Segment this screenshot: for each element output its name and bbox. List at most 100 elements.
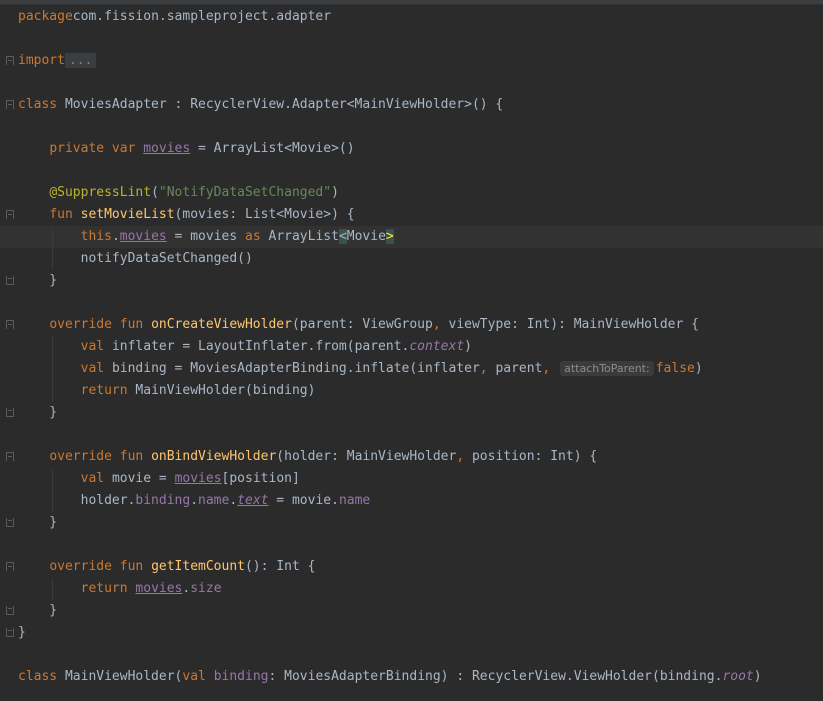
code-token: Movie <box>346 229 386 244</box>
code-token: class <box>18 669 58 684</box>
code-token: } <box>18 515 58 530</box>
code-token: viewType: Int): MainViewHolder { <box>448 317 699 332</box>
code-token: context <box>409 339 465 354</box>
fold-collapse-icon[interactable] <box>6 56 14 65</box>
code-token: onBindViewHolder <box>151 449 277 464</box>
code-line[interactable]: fun setMovieList(movies: List<Movie>) { <box>0 204 823 226</box>
code-line[interactable]: override fun onBindViewHolder(holder: Ma… <box>0 446 823 468</box>
code-line[interactable] <box>0 292 823 314</box>
code-token: this <box>80 229 112 244</box>
code-line[interactable]: return MainViewHolder(binding) <box>0 380 823 402</box>
code-line[interactable] <box>0 160 823 182</box>
code-token: val <box>80 361 112 376</box>
code-line[interactable]: val binding = MoviesAdapterBinding.infla… <box>0 358 823 380</box>
code-line-text: override fun getItemCount(): Int { <box>18 556 315 578</box>
indent-guide <box>52 226 53 270</box>
code-token: return <box>80 383 136 398</box>
indent-guide <box>52 336 53 402</box>
code-token: override fun <box>49 449 152 464</box>
code-line[interactable]: override fun getItemCount(): Int { <box>0 556 823 578</box>
code-line[interactable] <box>0 534 823 556</box>
code-line[interactable]: val inflater = LayoutInflater.from(paren… <box>0 336 823 358</box>
code-line[interactable]: private var movies = ArrayList<Movie>() <box>0 138 823 160</box>
code-line[interactable]: class MainViewHolder(val binding: Movies… <box>0 666 823 688</box>
code-line-text: } <box>18 622 26 644</box>
code-token: setMovieList <box>80 207 175 222</box>
code-line[interactable] <box>0 116 823 138</box>
code-token: package <box>18 9 73 24</box>
code-token: ) <box>331 185 339 200</box>
code-token: . <box>190 493 199 508</box>
code-token: > <box>385 229 394 244</box>
fold-collapse-icon[interactable] <box>6 452 14 461</box>
fold-collapse-icon[interactable] <box>6 100 14 109</box>
code-line[interactable]: } <box>0 512 823 534</box>
code-line[interactable]: } <box>0 600 823 622</box>
code-token: movies <box>119 229 167 244</box>
code-line-text: this.movies = movies as ArrayList<Movie> <box>18 226 394 248</box>
fold-collapse-icon[interactable] <box>6 320 14 329</box>
fold-end-icon[interactable] <box>6 276 14 285</box>
code-line[interactable]: override fun onCreateViewHolder(parent: … <box>0 314 823 336</box>
code-token: override fun <box>49 317 152 332</box>
code-line-text: override fun onCreateViewHolder(parent: … <box>18 314 699 336</box>
code-line[interactable]: } <box>0 270 823 292</box>
code-line[interactable] <box>0 644 823 666</box>
code-token: size <box>190 581 222 596</box>
code-line[interactable]: return movies.size <box>0 578 823 600</box>
code-line-text: import... <box>18 50 97 72</box>
code-line-text: override fun onBindViewHolder(holder: Ma… <box>18 446 597 468</box>
code-editor[interactable]: packagecom.fission.sampleproject.adapter… <box>0 6 823 701</box>
code-token: root <box>722 669 754 684</box>
code-token: , <box>432 317 449 332</box>
fold-end-icon[interactable] <box>6 606 14 615</box>
code-line[interactable] <box>0 28 823 50</box>
code-line-text: val inflater = LayoutInflater.from(paren… <box>18 336 472 358</box>
code-line[interactable]: @SuppressLint("NotifyDataSetChanged") <box>0 182 823 204</box>
indent-guide <box>52 578 53 600</box>
code-line[interactable]: val movie = movies[position] <box>0 468 823 490</box>
code-line[interactable]: notifyDataSetChanged() <box>0 248 823 270</box>
code-token: = movies <box>166 229 246 244</box>
folded-imports[interactable]: ... <box>64 53 97 68</box>
code-token: private var <box>49 141 144 156</box>
fold-end-icon[interactable] <box>6 518 14 527</box>
code-token: . <box>111 229 120 244</box>
code-line[interactable]: import... <box>0 50 823 72</box>
code-token: getItemCount <box>151 559 245 574</box>
code-line[interactable] <box>0 424 823 446</box>
code-token: class <box>18 97 58 112</box>
code-token: return <box>80 581 136 596</box>
code-line-text: } <box>18 512 57 534</box>
code-line[interactable]: } <box>0 402 823 424</box>
fold-end-icon[interactable] <box>6 628 14 637</box>
fold-collapse-icon[interactable] <box>6 210 14 219</box>
code-line[interactable]: this.movies = movies as ArrayList<Movie> <box>0 226 823 248</box>
code-token: (holder: MainViewHolder <box>276 449 457 464</box>
code-line[interactable]: } <box>0 622 823 644</box>
fold-end-icon[interactable] <box>6 408 14 417</box>
code-line[interactable]: holder.binding.name.text = movie.name <box>0 490 823 512</box>
code-token: binding <box>213 669 269 684</box>
code-line[interactable] <box>0 72 823 94</box>
code-token: ) <box>694 361 703 376</box>
code-token: binding <box>135 493 191 508</box>
fold-collapse-icon[interactable] <box>6 562 14 571</box>
code-line-text: fun setMovieList(movies: List<Movie>) { <box>18 204 354 226</box>
code-token: } <box>18 273 58 288</box>
code-token: inflater = LayoutInflater.from(parent. <box>111 339 410 354</box>
code-token: false <box>655 361 695 376</box>
code-line-text: packagecom.fission.sampleproject.adapter <box>18 6 331 28</box>
code-line-text: return MainViewHolder(binding) <box>18 380 316 402</box>
code-line[interactable]: packagecom.fission.sampleproject.adapter <box>0 6 823 28</box>
code-token: MoviesAdapter : RecyclerView.Adapter<Mai… <box>57 97 504 112</box>
code-token: = ArrayList<Movie>() <box>190 141 355 156</box>
code-line[interactable]: class MoviesAdapter : RecyclerView.Adapt… <box>0 94 823 116</box>
code-token: (parent: ViewGroup <box>291 317 433 332</box>
